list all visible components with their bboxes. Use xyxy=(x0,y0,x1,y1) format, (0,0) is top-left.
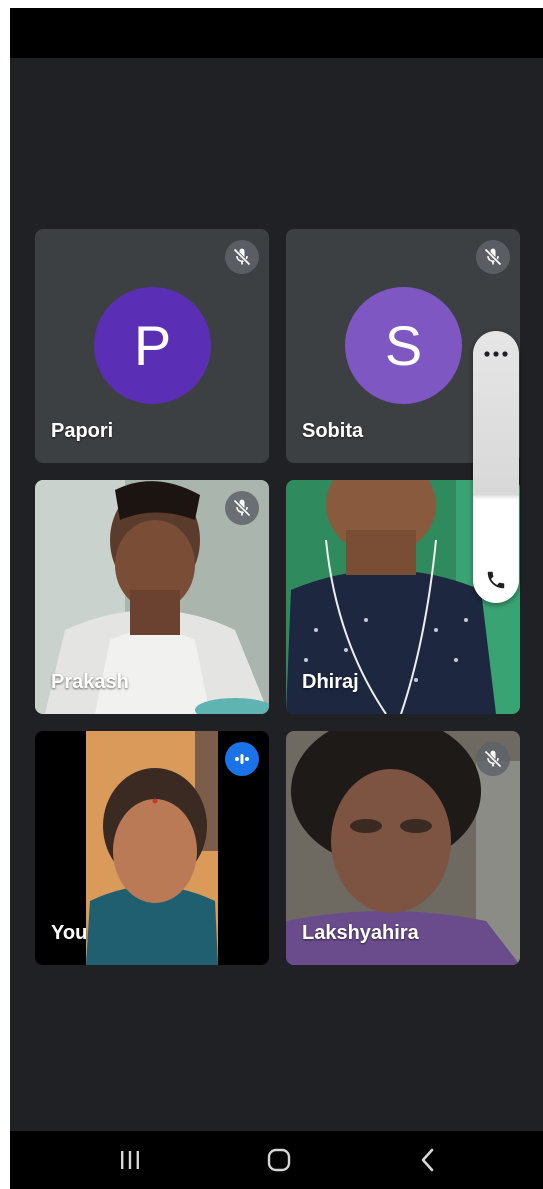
more-options-button[interactable] xyxy=(473,339,519,369)
avatar: P xyxy=(94,287,211,404)
phone-icon xyxy=(487,571,505,589)
participant-name: Dhiraj xyxy=(302,671,359,693)
recent-apps-button[interactable] xyxy=(90,1131,170,1189)
speaking-indicator-icon xyxy=(225,742,259,776)
back-icon xyxy=(421,1148,434,1172)
navigation-bar xyxy=(10,1131,543,1189)
participant-tile-you[interactable]: You xyxy=(35,731,269,965)
recent-apps-icon xyxy=(121,1151,139,1169)
call-button[interactable] xyxy=(473,563,519,597)
mic-off-icon xyxy=(476,742,510,776)
back-button[interactable] xyxy=(388,1131,468,1189)
participant-tile-prakash[interactable]: Prakash xyxy=(35,480,269,714)
mic-off-icon xyxy=(225,491,259,525)
participant-tile-lakshyahira[interactable]: Lakshyahira xyxy=(286,731,520,965)
avatar: S xyxy=(345,287,462,404)
participant-name: Lakshyahira xyxy=(302,922,419,944)
participant-name: Prakash xyxy=(51,671,129,693)
call-control-panel xyxy=(473,331,519,603)
participant-name: Sobita xyxy=(302,420,364,442)
participant-name: Papori xyxy=(51,420,114,442)
more-options-icon xyxy=(484,351,508,357)
meeting-screen: P Papori S Sobita Prakash Dhiraj You Lak… xyxy=(10,8,543,1189)
home-button[interactable] xyxy=(239,1131,319,1189)
mic-off-icon xyxy=(476,240,510,274)
participant-name: You xyxy=(51,922,88,944)
participant-tile-papori[interactable]: P Papori xyxy=(35,229,269,463)
mic-off-icon xyxy=(225,240,259,274)
home-icon xyxy=(267,1148,291,1172)
status-bar xyxy=(10,8,543,58)
